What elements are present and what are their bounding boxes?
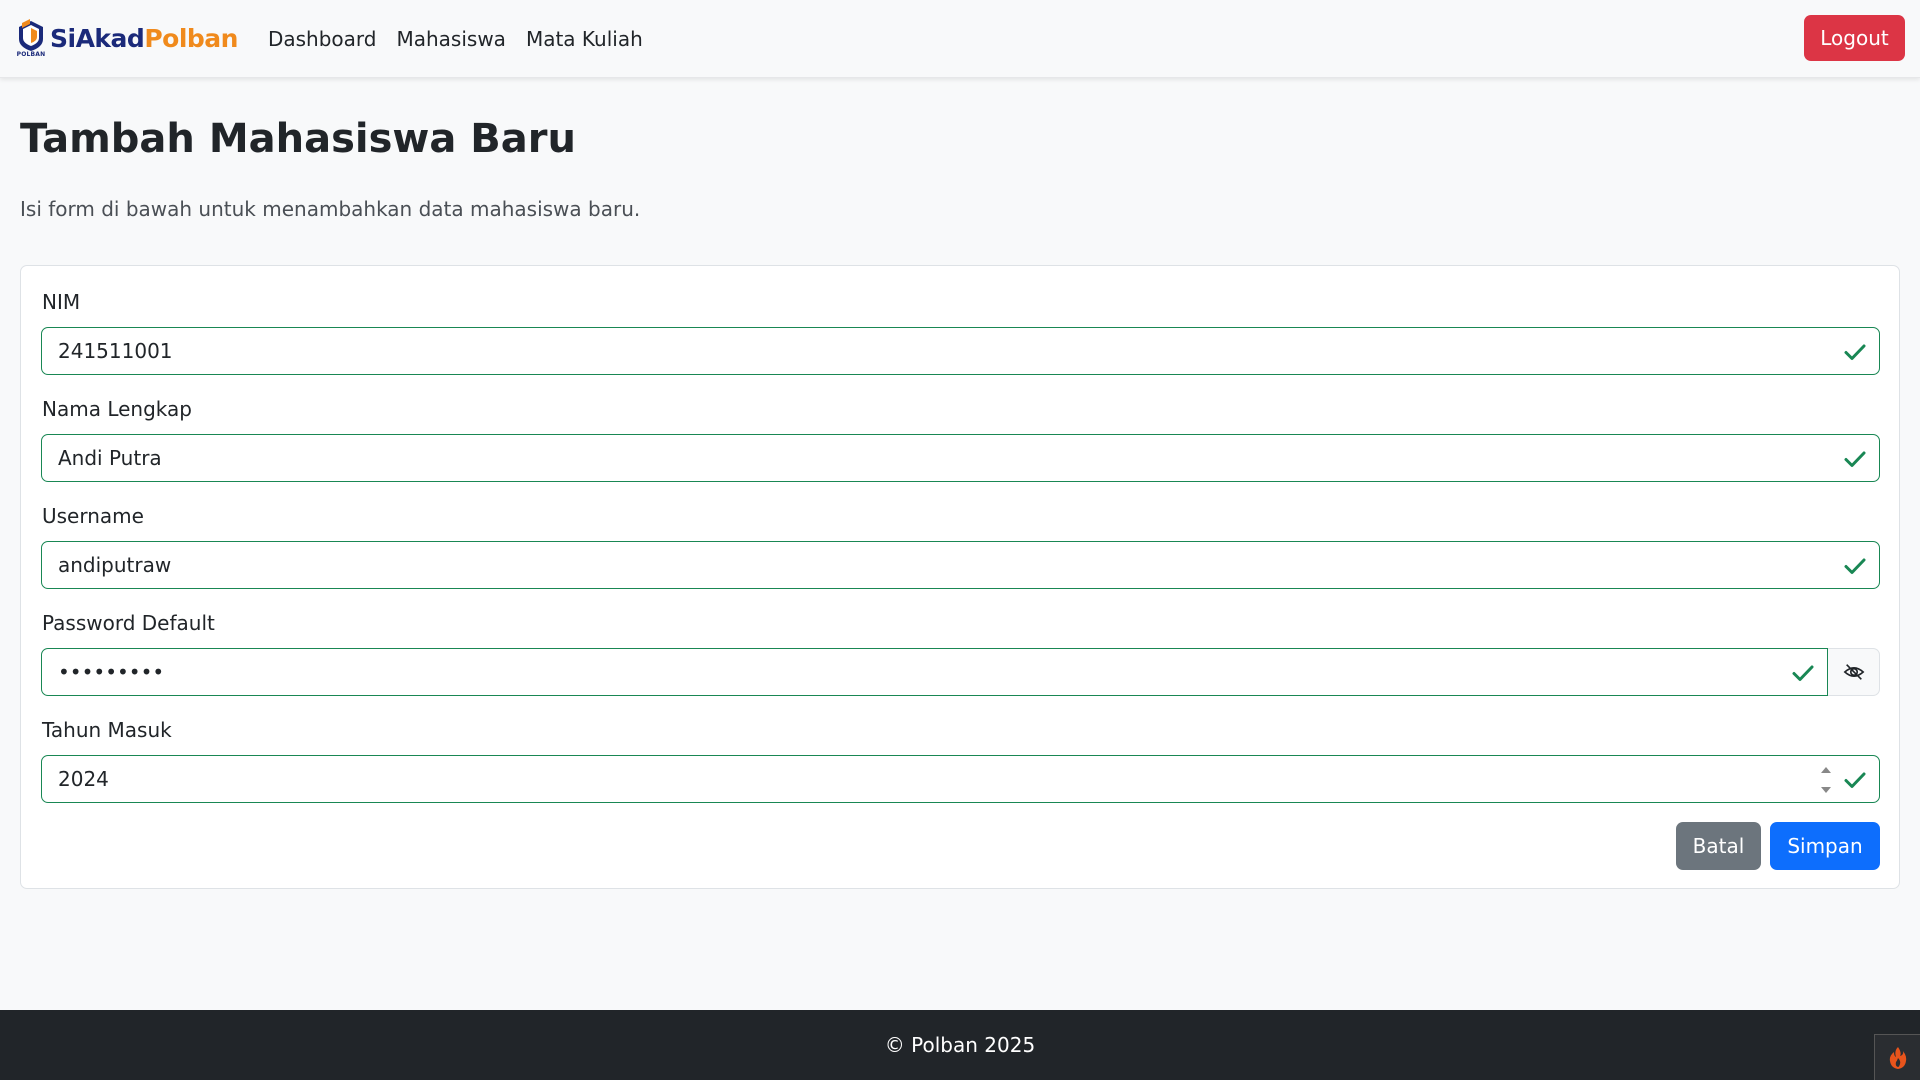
flame-icon: [1889, 1046, 1906, 1069]
brand-name: SiAkadPolban: [50, 24, 238, 53]
brand-name-part2: Polban: [144, 24, 238, 53]
brand-logo-label: POLBAN: [16, 50, 46, 58]
form-card: NIM Nama Lengkap Username Password Defau…: [20, 265, 1900, 889]
page-title: Tambah Mahasiswa Baru: [20, 116, 576, 162]
nim-label: NIM: [42, 290, 81, 314]
check-icon: [1844, 451, 1866, 467]
polban-logo-icon: POLBAN: [16, 18, 46, 59]
username-input[interactable]: [42, 542, 1879, 588]
password-field-wrapper: [41, 648, 1828, 696]
simpan-button[interactable]: Simpan: [1770, 822, 1880, 870]
nav-link-dashboard[interactable]: Dashboard: [268, 27, 377, 51]
brand-logo-link[interactable]: POLBAN SiAkadPolban: [16, 18, 238, 59]
footer: © Polban 2025: [0, 1010, 1920, 1080]
nim-input[interactable]: [42, 328, 1879, 374]
username-field-wrapper: [41, 541, 1880, 589]
password-label: Password Default: [42, 611, 215, 635]
batal-button[interactable]: Batal: [1676, 822, 1761, 870]
nav-link-mata-kuliah[interactable]: Mata Kuliah: [526, 27, 643, 51]
check-icon: [1844, 344, 1866, 360]
eye-slash-icon: [1843, 664, 1864, 680]
footer-copyright: © Polban 2025: [884, 1033, 1036, 1057]
username-label: Username: [42, 504, 144, 528]
password-toggle-button[interactable]: [1828, 648, 1880, 696]
nama-label: Nama Lengkap: [42, 397, 192, 421]
tahun-input[interactable]: [42, 756, 1879, 802]
nama-input[interactable]: [42, 435, 1879, 481]
brand-name-part1: SiAkad: [50, 24, 145, 53]
nav-links: Dashboard Mahasiswa Mata Kuliah: [268, 27, 643, 51]
debug-toolbar-button[interactable]: [1874, 1034, 1920, 1080]
nim-field-wrapper: [41, 327, 1880, 375]
nav-link-mahasiswa[interactable]: Mahasiswa: [396, 27, 505, 51]
check-icon: [1844, 558, 1866, 574]
navbar: POLBAN SiAkadPolban Dashboard Mahasiswa …: [0, 0, 1920, 78]
logout-button[interactable]: Logout: [1804, 15, 1905, 61]
page-description: Isi form di bawah untuk menambahkan data…: [20, 197, 641, 221]
spinner-up-icon[interactable]: [1820, 765, 1832, 775]
spinner-down-icon[interactable]: [1820, 785, 1832, 795]
check-icon: [1844, 772, 1866, 788]
number-spinner[interactable]: [1819, 765, 1833, 795]
tahun-label: Tahun Masuk: [42, 718, 172, 742]
tahun-field-wrapper: [41, 755, 1880, 803]
check-icon: [1792, 665, 1814, 681]
nama-field-wrapper: [41, 434, 1880, 482]
password-input[interactable]: [42, 649, 1827, 695]
